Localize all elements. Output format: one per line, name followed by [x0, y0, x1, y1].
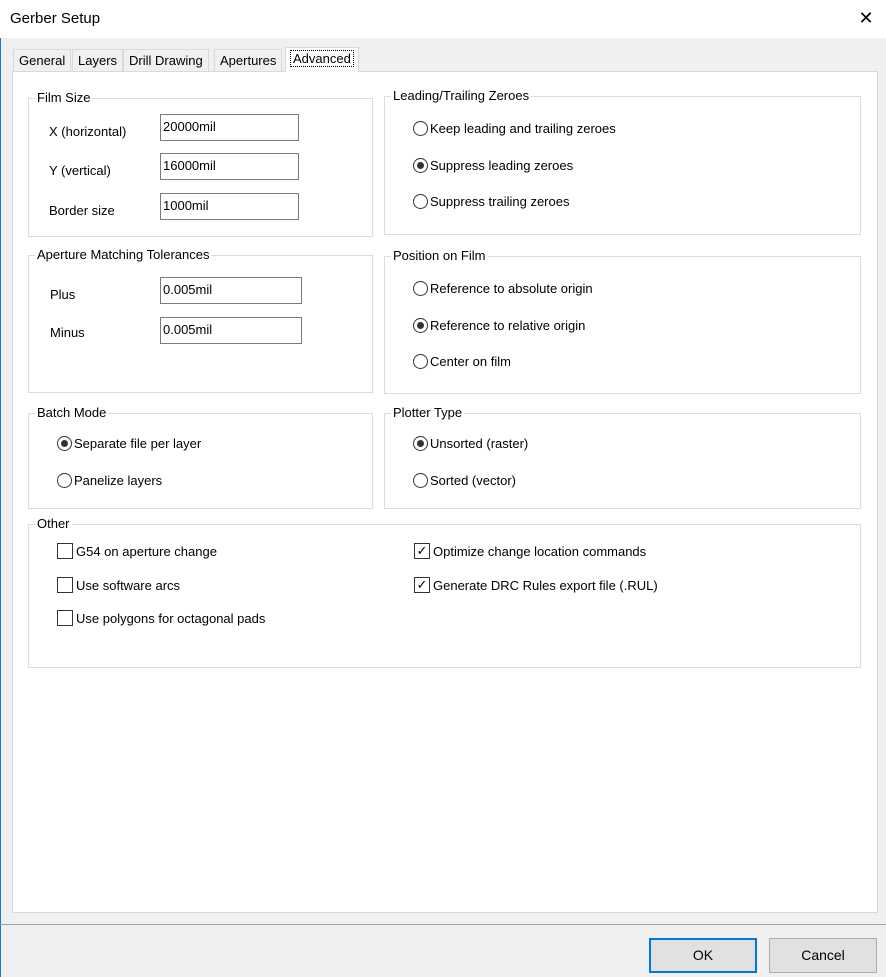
tab-apertures[interactable]: Apertures	[214, 49, 283, 71]
radio-center-on-film[interactable]: Center on film	[413, 354, 511, 369]
film-x-input[interactable]: 20000mil	[160, 114, 299, 141]
y-label: Y (vertical)	[49, 163, 111, 178]
radio-separate-file[interactable]: Separate file per layer	[57, 436, 201, 451]
batch-mode-group: Batch Mode Separate file per layer Panel…	[28, 405, 373, 509]
border-size-input[interactable]: 1000mil	[160, 193, 299, 220]
check-software-arcs[interactable]: Use software arcs	[57, 577, 180, 593]
radio-icon	[413, 194, 428, 209]
group-title: Leading/Trailing Zeroes	[391, 88, 532, 103]
check-label: Use software arcs	[76, 577, 181, 593]
check-label: Use polygons for octagonal pads	[76, 610, 266, 626]
check-g54[interactable]: G54 on aperture change	[57, 543, 217, 559]
footer-divider	[0, 924, 886, 925]
radio-label: Unsorted (raster)	[430, 436, 529, 451]
radio-icon	[413, 354, 428, 369]
cancel-button[interactable]: Cancel	[769, 938, 877, 973]
radio-suppress-leading[interactable]: Suppress leading zeroes	[413, 158, 573, 173]
radio-selected-icon	[57, 436, 72, 451]
tab-label: Layers	[78, 53, 118, 68]
radio-icon	[57, 473, 72, 488]
checkmark-icon: ✓	[414, 577, 430, 593]
tab-label: General	[19, 53, 66, 68]
radio-panelize[interactable]: Panelize layers	[57, 473, 162, 488]
tab-panel-advanced: Film Size X (horizontal) 20000mil Y (ver…	[12, 71, 878, 913]
plus-label: Plus	[50, 287, 76, 302]
radio-keep-zeroes[interactable]: Keep leading and trailing zeroes	[413, 121, 616, 136]
checkbox-icon	[57, 610, 73, 626]
plotter-type-group: Plotter Type Unsorted (raster) Sorted (v…	[384, 405, 861, 509]
tab-layers[interactable]: Layers	[72, 49, 124, 71]
radio-label: Reference to relative origin	[430, 318, 586, 333]
radio-suppress-trailing[interactable]: Suppress trailing zeroes	[413, 194, 569, 209]
radio-icon	[413, 281, 428, 296]
title-bar: Gerber Setup ✕	[0, 0, 886, 38]
checkbox-icon	[57, 577, 73, 593]
check-optimize-location[interactable]: ✓ Optimize change location commands	[414, 543, 646, 559]
radio-selected-icon	[413, 318, 428, 333]
radio-icon	[413, 473, 428, 488]
checkmark-icon: ✓	[414, 543, 430, 559]
check-polygons-octagonal[interactable]: Use polygons for octagonal pads	[57, 610, 265, 626]
film-y-input[interactable]: 16000mil	[160, 153, 299, 180]
film-size-group: Film Size X (horizontal) 20000mil Y (ver…	[28, 90, 373, 237]
radio-relative-origin[interactable]: Reference to relative origin	[413, 318, 585, 333]
group-title: Other	[35, 516, 72, 531]
radio-selected-icon	[413, 436, 428, 451]
radio-label: Suppress leading zeroes	[430, 158, 574, 173]
radio-unsorted[interactable]: Unsorted (raster)	[413, 436, 528, 451]
radio-label: Suppress trailing zeroes	[430, 194, 570, 209]
checkbox-icon	[57, 543, 73, 559]
group-title: Batch Mode	[35, 405, 109, 420]
minus-label: Minus	[50, 325, 85, 340]
radio-label: Keep leading and trailing zeroes	[430, 121, 616, 136]
check-drc-rules-export[interactable]: ✓ Generate DRC Rules export file (.RUL)	[414, 577, 658, 593]
tab-label: Apertures	[220, 53, 277, 68]
window-title: Gerber Setup	[10, 10, 101, 27]
minus-input[interactable]: 0.005mil	[160, 317, 302, 344]
aperture-tolerances-group: Aperture Matching Tolerances Plus 0.005m…	[28, 247, 373, 393]
radio-label: Sorted (vector)	[430, 473, 516, 488]
border-label: Border size	[49, 203, 115, 218]
tab-label: Advanced	[290, 50, 354, 67]
zeroes-group: Leading/Trailing Zeroes Keep leading and…	[384, 88, 861, 235]
radio-icon	[413, 121, 428, 136]
window-border	[0, 0, 1, 977]
ok-button[interactable]: OK	[649, 938, 757, 973]
position-group: Position on Film Reference to absolute o…	[384, 248, 861, 394]
close-icon[interactable]: ✕	[856, 8, 876, 29]
group-title: Position on Film	[391, 248, 488, 263]
group-title: Film Size	[35, 90, 93, 105]
radio-absolute-origin[interactable]: Reference to absolute origin	[413, 281, 593, 296]
tab-label: Drill Drawing	[129, 53, 203, 68]
check-label: G54 on aperture change	[76, 543, 217, 559]
tab-drill-drawing[interactable]: Drill Drawing	[123, 49, 209, 71]
radio-label: Reference to absolute origin	[430, 281, 593, 296]
x-label: X (horizontal)	[49, 124, 127, 139]
check-label: Generate DRC Rules export file (.RUL)	[433, 577, 658, 593]
radio-label: Panelize layers	[74, 473, 163, 488]
group-title: Plotter Type	[391, 405, 465, 420]
plus-input[interactable]: 0.005mil	[160, 277, 302, 304]
group-title: Aperture Matching Tolerances	[35, 247, 212, 262]
tab-general[interactable]: General	[13, 49, 72, 71]
check-label: Optimize change location commands	[433, 543, 647, 559]
tab-advanced[interactable]: Advanced	[285, 47, 359, 72]
radio-label: Center on film	[430, 354, 511, 369]
radio-selected-icon	[413, 158, 428, 173]
radio-sorted[interactable]: Sorted (vector)	[413, 473, 516, 488]
radio-label: Separate file per layer	[74, 436, 202, 451]
other-group: Other G54 on aperture change Use softwar…	[28, 516, 861, 668]
